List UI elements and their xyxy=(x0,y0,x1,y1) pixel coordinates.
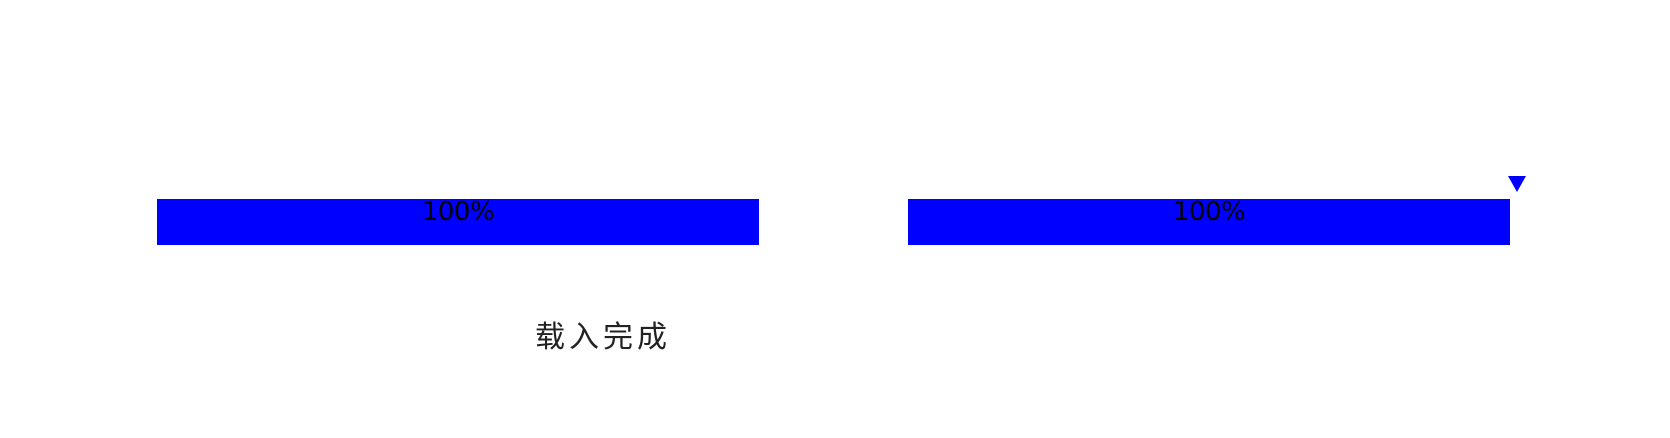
progress-label-right: 100% xyxy=(1172,197,1246,227)
progress-label-left: 100% xyxy=(421,197,495,227)
progress-bar-left: 100% xyxy=(157,199,759,245)
triangle-down-icon xyxy=(1508,176,1526,192)
status-text: 载入完成 xyxy=(535,320,671,355)
progress-bar-right: 100% xyxy=(908,199,1510,245)
